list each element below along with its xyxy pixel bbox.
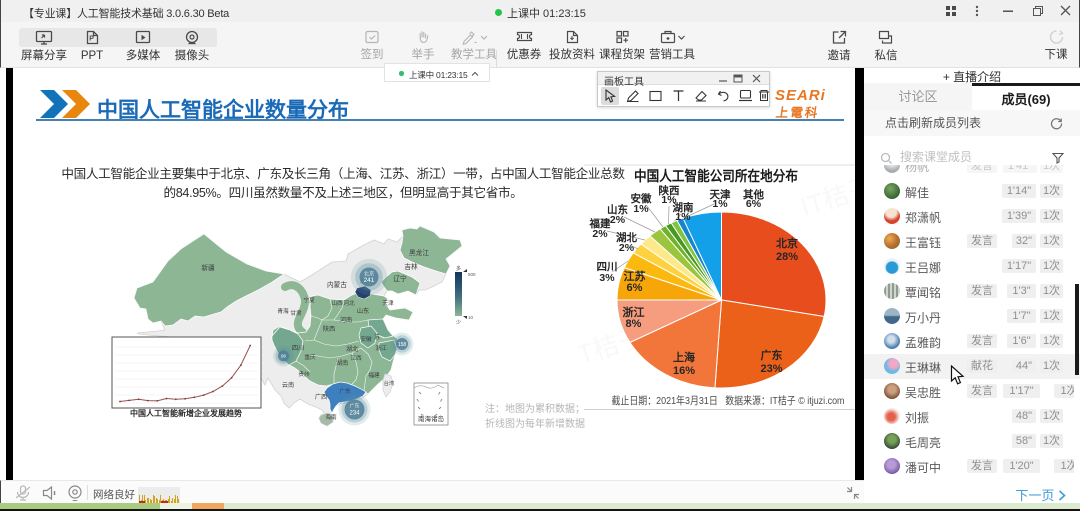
svg-text:2%: 2%: [592, 228, 608, 240]
svg-text:中国人工智能新增企业发展趋势: 中国人工智能新增企业发展趋势: [130, 408, 242, 418]
svg-text:P: P: [89, 36, 94, 43]
svg-text:2%: 2%: [619, 242, 635, 254]
svg-text:江苏: 江苏: [624, 269, 646, 283]
svg-text:浙江: 浙江: [623, 305, 645, 319]
svg-text:甘肃: 甘肃: [290, 309, 302, 317]
svg-text:6%: 6%: [627, 282, 643, 294]
svg-text:天津: 天津: [382, 300, 394, 307]
svg-text:158: 158: [398, 342, 407, 348]
svg-text:陕西: 陕西: [323, 325, 335, 333]
svg-text:云南: 云南: [282, 381, 294, 389]
svg-text:241: 241: [364, 277, 375, 284]
svg-text:广东: 广东: [339, 387, 351, 395]
svg-text:中国人工智能公司所在地分布: 中国人工智能公司所在地分布: [634, 168, 798, 184]
svg-text:湖北: 湖北: [346, 345, 359, 353]
svg-text:山东: 山东: [357, 307, 369, 315]
svg-text:500: 500: [468, 272, 476, 277]
svg-text:广东: 广东: [349, 403, 359, 410]
svg-text:重庆: 重庆: [304, 353, 316, 361]
svg-text:少: 少: [456, 320, 461, 326]
svg-text:安徽: 安徽: [360, 335, 372, 343]
svg-text:6%: 6%: [746, 198, 762, 210]
svg-text:河南: 河南: [340, 316, 352, 324]
svg-text:北京: 北京: [364, 269, 374, 277]
svg-text:多: 多: [456, 265, 461, 272]
svg-text:吉林: 吉林: [404, 262, 418, 271]
svg-text:2%: 2%: [610, 214, 626, 226]
svg-text:截止日期：2021年3月31日 数据来源：IT桔子 ©: 截止日期：2021年3月31日 数据来源：IT桔子 © itjuzi.com: [612, 394, 845, 407]
svg-text:台湾: 台湾: [384, 379, 394, 387]
svg-text:江西: 江西: [350, 355, 362, 362]
svg-text:新疆: 新疆: [201, 263, 215, 272]
svg-text:1%: 1%: [675, 211, 691, 223]
svg-text:3%: 3%: [599, 272, 615, 284]
svg-text:北京: 北京: [776, 236, 798, 250]
svg-text:宁夏: 宁夏: [303, 296, 315, 304]
svg-text:广西: 广西: [315, 393, 327, 401]
svg-text:16%: 16%: [673, 365, 695, 377]
svg-text:8%: 8%: [626, 318, 642, 330]
svg-text:浙江: 浙江: [375, 344, 387, 352]
svg-text:湖南: 湖南: [336, 359, 348, 367]
svg-text:上海: 上海: [673, 350, 695, 364]
svg-text:海南: 海南: [325, 413, 337, 421]
svg-text:28%: 28%: [776, 251, 798, 263]
svg-text:河北: 河北: [343, 299, 355, 307]
svg-text:黑龙江: 黑龙江: [409, 248, 429, 257]
svg-text:福建: 福建: [368, 371, 380, 379]
svg-text:山西: 山西: [331, 299, 343, 307]
svg-text:辽宁: 辽宁: [393, 274, 407, 283]
svg-text:10: 10: [468, 315, 474, 320]
svg-text:广东: 广东: [761, 348, 783, 362]
svg-text:IT桔子: IT桔子: [797, 171, 855, 223]
svg-text:1%: 1%: [712, 198, 728, 210]
svg-text:青海: 青海: [277, 307, 289, 315]
svg-text:四川: 四川: [292, 345, 304, 352]
svg-text:234: 234: [349, 411, 360, 417]
svg-text:南海诸岛: 南海诸岛: [418, 414, 444, 423]
svg-text:内蒙古: 内蒙古: [327, 280, 347, 289]
svg-text:23%: 23%: [760, 363, 782, 375]
svg-text:苏: 苏: [374, 333, 380, 341]
svg-text:贵州: 贵州: [298, 370, 310, 378]
svg-text:1%: 1%: [633, 203, 649, 215]
svg-text:96: 96: [281, 354, 287, 359]
